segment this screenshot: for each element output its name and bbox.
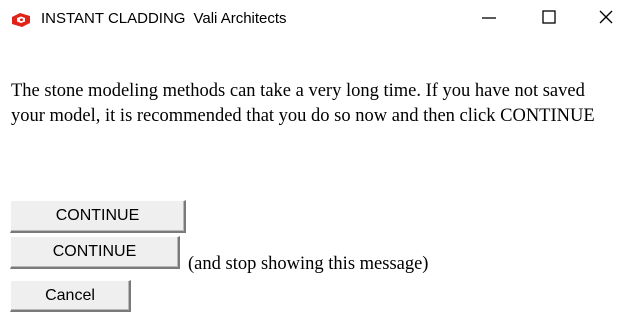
window-title-main: INSTANT CLADDING — [41, 10, 186, 27]
minimize-icon — [479, 7, 499, 32]
cancel-button[interactable]: Cancel — [10, 280, 131, 312]
close-icon — [596, 7, 616, 32]
dialog-window: INSTANT CLADDING Vali Architects The sto… — [0, 0, 629, 314]
maximize-button[interactable] — [526, 0, 572, 38]
window-subtitle: Vali Architects — [193, 10, 287, 27]
minimize-button[interactable] — [466, 0, 512, 38]
title-bar[interactable]: INSTANT CLADDING Vali Architects — [0, 0, 629, 38]
maximize-icon — [539, 7, 559, 32]
window-title: INSTANT CLADDING Vali Architects — [41, 10, 287, 27]
sketchup-icon — [11, 12, 31, 28]
stop-showing-label: (and stop showing this message) — [188, 254, 429, 274]
close-button[interactable] — [583, 0, 629, 38]
dialog-message: The stone modeling methods can take a ve… — [11, 81, 595, 126]
continue-button[interactable]: CONTINUE — [10, 200, 186, 233]
continue-stop-showing-button[interactable]: CONTINUE — [10, 236, 180, 269]
